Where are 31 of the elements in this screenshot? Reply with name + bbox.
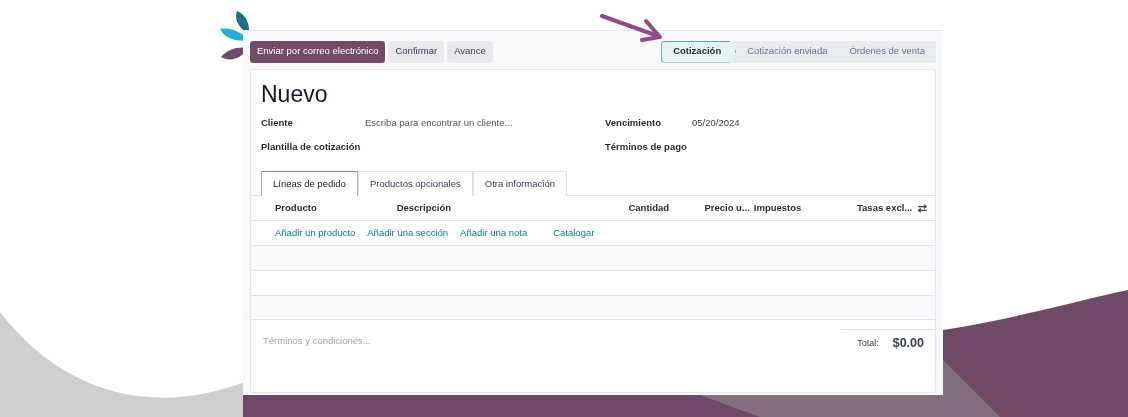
arrow-icon: [600, 14, 662, 42]
add-line-link[interactable]: Añadir una nota: [460, 225, 528, 241]
field-label: Cliente: [261, 115, 294, 130]
customer-field[interactable]: Escriba para encontrar un cliente...: [365, 115, 605, 131]
record-title: Nuevo: [261, 80, 329, 109]
total-label: Total:: [857, 336, 879, 350]
column-header[interactable]: Precio u...: [669, 200, 750, 216]
form-tab[interactable]: Otra información: [472, 171, 567, 196]
action-button[interactable]: Confirmar: [388, 40, 445, 63]
stage-step[interactable]: Cotización: [661, 40, 737, 63]
stage-step[interactable]: Cotización enviada: [736, 40, 839, 63]
column-header[interactable]: Impuestos: [749, 200, 857, 216]
terms-field[interactable]: Términos y condiciones...: [263, 334, 563, 349]
form-tab[interactable]: Productos opcionales: [357, 171, 473, 196]
column-settings-icon[interactable]: [918, 203, 927, 213]
field-label: Plantilla de cotización: [261, 139, 362, 154]
action-button[interactable]: Avance: [447, 40, 493, 63]
add-line-link[interactable]: Catalogar: [553, 225, 595, 241]
field-label: Términos de pago: [605, 139, 688, 154]
column-header[interactable]: Descripción: [396, 200, 553, 216]
add-line-link[interactable]: Añadir una sección: [367, 225, 449, 241]
date-value[interactable]: 05/20/2024: [692, 115, 740, 131]
column-header[interactable]: Producto: [251, 200, 397, 216]
total-amount: $0.00: [892, 335, 924, 352]
action-button[interactable]: Enviar por correo electrónico: [250, 40, 386, 63]
column-header[interactable]: Tasas excl...: [857, 200, 913, 216]
column-header[interactable]: Cantidad: [552, 200, 670, 216]
form-tab[interactable]: Líneas de pedido: [261, 171, 358, 196]
add-line-link[interactable]: Añadir un producto: [275, 225, 356, 241]
field-label: Vencimiento: [605, 115, 662, 130]
stage-step[interactable]: Órdenes de venta: [838, 40, 936, 63]
